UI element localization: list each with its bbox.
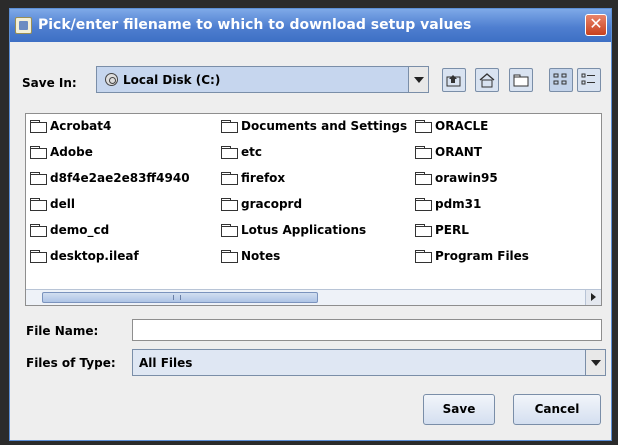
list-item-label: desktop.ileaf (50, 249, 139, 263)
list-item-label: PERL (435, 223, 469, 237)
folder-icon (221, 146, 238, 159)
folder-icon (221, 224, 238, 237)
list-item-label: orawin95 (435, 171, 498, 185)
files-of-type-label: Files of Type: (26, 356, 116, 370)
list-item-label: Adobe (50, 145, 93, 159)
folder-icon (415, 146, 432, 159)
list-item-label: Notes (241, 249, 281, 263)
close-button[interactable]: ✕ (585, 14, 607, 36)
home-button[interactable] (475, 68, 499, 92)
list-item-label: Acrobat4 (50, 119, 112, 133)
folder-icon (221, 250, 238, 263)
file-name-label: File Name: (26, 324, 99, 338)
save-in-value: Local Disk (C:) (123, 73, 221, 87)
folder-icon (415, 224, 432, 237)
cancel-button[interactable]: Cancel (513, 394, 601, 425)
scrollbar-thumb[interactable] (42, 292, 318, 303)
folder-icon (30, 120, 47, 133)
list-view-button[interactable] (549, 68, 573, 92)
up-one-level-icon (446, 75, 461, 87)
list-item-label: ORACLE (435, 119, 489, 133)
folder-icon (221, 120, 238, 133)
new-folder-icon (513, 74, 529, 87)
window-title: Pick/enter filename to which to download… (38, 17, 472, 33)
list-item-label: gracoprd (241, 197, 303, 211)
save-button[interactable]: Save (423, 394, 495, 425)
list-item-label: etc (241, 145, 262, 159)
list-item-label: ORANT (435, 145, 482, 159)
file-list[interactable]: Acrobat4 Adobe d8f4e2ae2e83ff4940 dell d… (25, 113, 602, 306)
list-item-label: dell (50, 197, 75, 211)
scroll-right-icon[interactable] (585, 290, 601, 305)
folder-icon (415, 172, 432, 185)
list-view-icon (553, 73, 567, 85)
save-in-dropdown[interactable]: Local Disk (C:) (96, 66, 429, 93)
folder-icon (30, 198, 47, 211)
files-of-type-dropdown[interactable]: All Files (132, 349, 606, 376)
disk-icon (105, 73, 118, 86)
list-item-label: Lotus Applications (241, 223, 367, 237)
folder-icon (30, 172, 47, 185)
folder-icon (30, 224, 47, 237)
new-folder-button[interactable] (509, 68, 533, 92)
folder-icon (221, 198, 238, 211)
details-view-button[interactable] (577, 68, 601, 92)
list-item-label: Program Files (435, 249, 529, 263)
folder-icon (415, 120, 432, 133)
chevron-down-icon[interactable] (585, 350, 605, 375)
chevron-down-icon[interactable] (408, 67, 428, 92)
title-bar[interactable]: Pick/enter filename to which to download… (10, 9, 611, 42)
folder-icon (30, 146, 47, 159)
file-dialog: Pick/enter filename to which to download… (9, 8, 612, 441)
file-name-input[interactable] (132, 319, 602, 341)
list-item-label: firefox (241, 171, 286, 185)
list-item-label: d8f4e2ae2e83ff4940 (50, 171, 190, 185)
list-item-label: pdm31 (435, 197, 482, 211)
list-item-label: Documents and Settings (241, 119, 408, 133)
horizontal-scrollbar[interactable] (26, 289, 601, 305)
up-one-level-button[interactable] (442, 68, 466, 92)
files-of-type-value: All Files (139, 356, 193, 370)
folder-icon (415, 198, 432, 211)
folder-icon (415, 250, 432, 263)
home-icon (479, 73, 495, 88)
list-item-label: demo_cd (50, 223, 110, 237)
app-icon (15, 17, 32, 34)
folder-icon (221, 172, 238, 185)
save-in-label: Save In: (22, 76, 77, 90)
file-icon (30, 250, 47, 263)
details-view-icon (581, 73, 595, 85)
